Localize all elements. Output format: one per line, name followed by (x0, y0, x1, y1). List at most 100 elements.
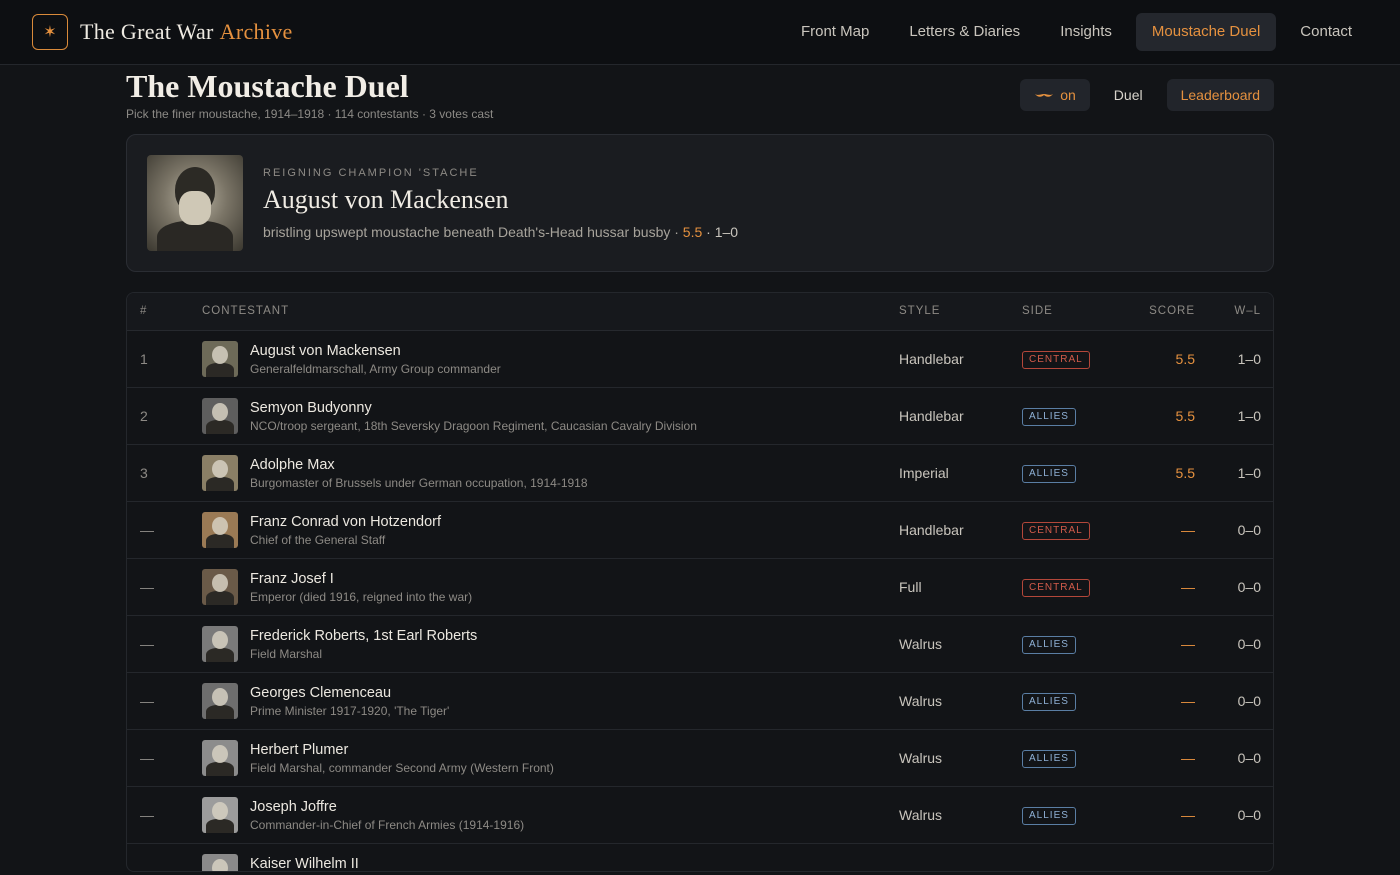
leaderboard-table: # CONTESTANT STYLE SIDE SCORE W–L 1 Augu… (126, 292, 1274, 872)
moustache-style: Handlebar (899, 351, 964, 367)
champion-card: REIGNING CHAMPION 'STACHE August von Mac… (126, 134, 1274, 272)
champion-score: 5.5 (682, 224, 703, 240)
contestant-record: 1–0 (1237, 408, 1261, 424)
star-logo-icon: ✶ (32, 14, 68, 50)
contestant-name: Joseph Joffre (250, 799, 337, 815)
table-row[interactable]: 2 Semyon Budyonny NCO/troop sergeant, 18… (127, 388, 1273, 445)
table-row[interactable]: — Joseph Joffre Commander-in-Chief of Fr… (127, 787, 1273, 844)
row-rank: 2 (140, 408, 148, 424)
site-title: The Great War Archive (80, 19, 293, 45)
row-rank: — (140, 522, 154, 538)
leaderboard-tab[interactable]: Leaderboard (1166, 79, 1274, 111)
row-rank: — (140, 807, 154, 823)
contestant-name: Franz Conrad von Hotzendorf (250, 514, 442, 530)
nav-letters-diaries[interactable]: Letters & Diaries (893, 13, 1036, 51)
contestant-role: Emperor (died 1916, reigned into the war… (250, 590, 473, 604)
contestant-record: 0–0 (1237, 522, 1261, 538)
moustache-mode-toggle[interactable]: on (1020, 79, 1090, 111)
moustache-mode-label: on (1060, 87, 1076, 103)
row-rank: — (140, 579, 154, 595)
champion-style-text: bristling upswept moustache beneath Deat… (263, 224, 683, 240)
contestant-thumbnail (202, 797, 238, 833)
header-side: SIDE (1022, 305, 1053, 317)
nav-moustache-duel[interactable]: Moustache Duel (1135, 13, 1277, 51)
row-rank: — (140, 864, 154, 872)
contestant-name: Franz Josef I (250, 571, 334, 587)
contestant-record: 1–0 (1237, 465, 1261, 481)
side-badge: ALLIES (1022, 693, 1076, 711)
contestant-name: Kaiser Wilhelm II (250, 856, 359, 872)
table-row[interactable]: — Georges Clemenceau Prime Minister 1917… (127, 673, 1273, 730)
moustache-style: Walrus (899, 750, 943, 766)
table-row[interactable]: 1 August von Mackensen Generalfeldmarsch… (127, 331, 1273, 388)
side-badge: CENTRAL (1022, 351, 1090, 369)
side-badge: CENTRAL (1022, 522, 1090, 540)
table-row[interactable]: — Herbert Plumer Field Marshal, commande… (127, 730, 1273, 787)
site-title-accent: Archive (219, 19, 293, 44)
contestant-score: — (1181, 750, 1195, 766)
nav-contact[interactable]: Contact (1284, 13, 1368, 51)
table-row[interactable]: — Kaiser Wilhelm II (127, 844, 1273, 872)
contestant-thumbnail (202, 854, 238, 871)
champion-portrait (147, 155, 243, 251)
header-wl: W–L (1234, 305, 1261, 317)
contestant-name: Semyon Budyonny (250, 400, 372, 416)
moustache-icon (1035, 94, 1054, 97)
moustache-style: Imperial (899, 465, 949, 481)
contestant-name: August von Mackensen (250, 343, 401, 359)
contestant-thumbnail (202, 512, 238, 548)
contestant-role: Commander-in-Chief of French Armies (191… (250, 818, 525, 832)
contestant-score: 5.5 (1175, 408, 1195, 424)
table-row[interactable]: 3 Adolphe Max Burgomaster of Brussels un… (127, 445, 1273, 502)
contestant-name: Georges Clemenceau (250, 685, 392, 701)
contestant-thumbnail (202, 569, 238, 605)
contestant-score: — (1181, 693, 1195, 709)
page-title: The Moustache Duel (126, 68, 409, 104)
contestant-name: Herbert Plumer (250, 742, 349, 758)
contestant-record: 0–0 (1237, 579, 1261, 595)
contestant-score: — (1181, 522, 1195, 538)
view-toggles: on Duel Leaderboard (1010, 79, 1274, 111)
champion-record: · 1–0 (702, 224, 739, 240)
moustache-style: Walrus (899, 807, 943, 823)
moustache-style: Full (899, 579, 922, 595)
contestant-record: 0–0 (1237, 807, 1261, 823)
table-row[interactable]: — Franz Conrad von Hotzendorf Chief of t… (127, 502, 1273, 559)
header-contestant: CONTESTANT (202, 305, 290, 317)
nav-insights[interactable]: Insights (1044, 13, 1128, 51)
champion-description: bristling upswept moustache beneath Deat… (263, 224, 738, 240)
contestant-role: Field Marshal (250, 647, 323, 661)
moustache-style: Walrus (899, 693, 943, 709)
side-badge: CENTRAL (1022, 579, 1090, 597)
contestant-role: Generalfeldmarschall, Army Group command… (250, 362, 501, 376)
contestant-thumbnail (202, 455, 238, 491)
contestant-score: — (1181, 807, 1195, 823)
contestant-thumbnail (202, 398, 238, 434)
contestant-role: Prime Minister 1917-1920, 'The Tiger' (250, 704, 450, 718)
contestant-role: Chief of the General Staff (250, 533, 386, 547)
duel-tab[interactable]: Duel (1100, 79, 1157, 111)
contestant-role: Field Marshal, commander Second Army (We… (250, 761, 554, 775)
header-score: SCORE (1149, 305, 1195, 317)
row-rank: 3 (140, 465, 148, 481)
contestant-record: 0–0 (1237, 693, 1261, 709)
table-row[interactable]: — Frederick Roberts, 1st Earl Roberts Fi… (127, 616, 1273, 673)
row-rank: — (140, 750, 154, 766)
table-header: # CONTESTANT STYLE SIDE SCORE W–L (127, 293, 1273, 331)
contestant-record: 0–0 (1237, 750, 1261, 766)
contestant-role: NCO/troop sergeant, 18th Seversky Dragoo… (250, 419, 697, 433)
site-title-main: The Great War (80, 19, 214, 44)
brand[interactable]: ✶ The Great War Archive (32, 14, 293, 50)
contestant-score: 5.5 (1175, 465, 1195, 481)
table-row[interactable]: — Franz Josef I Emperor (died 1916, reig… (127, 559, 1273, 616)
row-rank: — (140, 636, 154, 652)
champion-kicker: REIGNING CHAMPION 'STACHE (263, 167, 479, 179)
moustache-style: Walrus (899, 636, 943, 652)
moustache-style: Handlebar (899, 408, 964, 424)
row-rank: 1 (140, 351, 148, 367)
side-badge: ALLIES (1022, 465, 1076, 483)
table-body: 1 August von Mackensen Generalfeldmarsch… (127, 331, 1273, 872)
contestant-record: 1–0 (1237, 351, 1261, 367)
nav-front-map[interactable]: Front Map (785, 13, 885, 51)
side-badge: ALLIES (1022, 750, 1076, 768)
